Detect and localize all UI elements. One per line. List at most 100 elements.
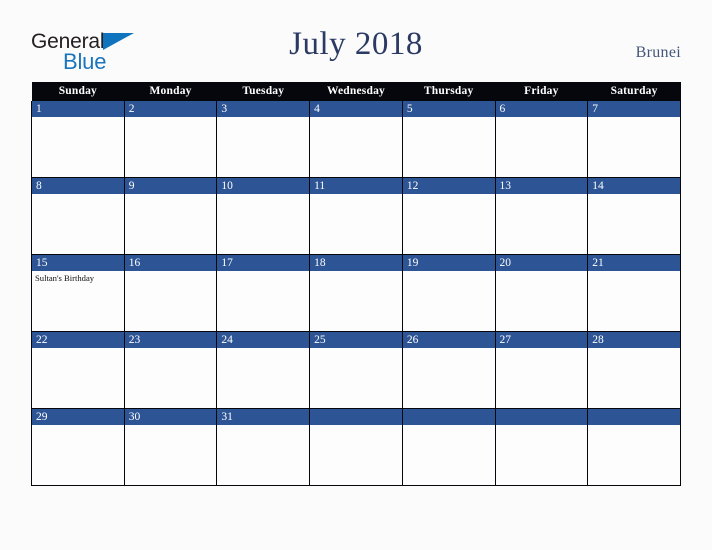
day-cell-content: 24 bbox=[217, 332, 310, 408]
day-cell[interactable]: 3 bbox=[216, 101, 311, 178]
day-cell[interactable]: 26 bbox=[401, 331, 496, 409]
day-cell[interactable]: 28 bbox=[587, 331, 681, 409]
day-cell[interactable]: 1 bbox=[31, 101, 125, 178]
day-cell[interactable]: 17 bbox=[216, 254, 311, 332]
day-cell-content: 1 bbox=[32, 101, 124, 177]
day-cell[interactable]: 2 bbox=[123, 101, 218, 178]
day-cell-content: 26 bbox=[402, 332, 495, 408]
day-cell-content: 25 bbox=[310, 332, 402, 408]
day-number: 30 bbox=[124, 409, 217, 425]
day-cell-content: 5 bbox=[402, 101, 495, 177]
day-cell[interactable]: 10 bbox=[216, 177, 311, 255]
holiday-label: Sultan's Birthday bbox=[35, 273, 95, 283]
day-cell-content: 21 bbox=[588, 255, 680, 331]
day-number: 16 bbox=[124, 255, 217, 271]
day-number bbox=[588, 409, 680, 425]
day-cell[interactable]: 29 bbox=[31, 408, 125, 486]
day-cell-content: 17 bbox=[217, 255, 310, 331]
day-number: 15 bbox=[32, 255, 124, 271]
day-number: 20 bbox=[495, 255, 588, 271]
day-number bbox=[310, 409, 402, 425]
day-cell[interactable]: 12 bbox=[401, 177, 496, 255]
day-cell-content: 22 bbox=[32, 332, 124, 408]
calendar-body: 1 2 3 4 5 6 7 8 9 10 11 12 13 14 15 Sultan's Birthday 16… bbox=[31, 101, 681, 486]
calendar-week-row: 1234567 bbox=[31, 101, 681, 178]
day-cell-content bbox=[495, 409, 588, 485]
day-cell-content: 12 bbox=[402, 178, 495, 254]
day-cell[interactable]: 19 bbox=[401, 254, 496, 332]
day-cell[interactable]: 5 bbox=[401, 101, 496, 178]
day-cell[interactable]: 24 bbox=[216, 331, 311, 409]
weekday-header-tuesday: Tuesday bbox=[216, 82, 310, 101]
day-cell[interactable]: 23 bbox=[123, 331, 218, 409]
day-cell[interactable]: 6 bbox=[494, 101, 589, 178]
day-number: 19 bbox=[402, 255, 495, 271]
day-number: 26 bbox=[402, 332, 495, 348]
day-cell-content: 29 bbox=[32, 409, 124, 485]
day-number: 12 bbox=[402, 178, 495, 194]
day-number: 28 bbox=[588, 332, 680, 348]
day-cell-empty[interactable] bbox=[587, 408, 681, 486]
weekday-header-sunday: Sunday bbox=[31, 82, 125, 101]
day-cell[interactable]: 15 Sultan's Birthday bbox=[31, 254, 125, 332]
day-cell[interactable]: 11 bbox=[309, 177, 403, 255]
day-number: 5 bbox=[402, 101, 495, 117]
day-cell-empty[interactable] bbox=[309, 408, 403, 486]
day-cell-content: 31 bbox=[217, 409, 310, 485]
weekday-header-monday: Monday bbox=[124, 82, 217, 101]
day-cell[interactable]: 20 bbox=[494, 254, 589, 332]
day-cell[interactable]: 16 bbox=[123, 254, 218, 332]
day-cell-content: 20 bbox=[495, 255, 588, 331]
weekday-header: Sunday Monday Tuesday Wednesday Thursday Frid… bbox=[31, 82, 681, 101]
event-list: Sultan's Birthday bbox=[32, 271, 124, 284]
day-number: 9 bbox=[124, 178, 217, 194]
day-cell[interactable]: 30 bbox=[123, 408, 218, 486]
day-number: 18 bbox=[310, 255, 402, 271]
day-cell-content: 27 bbox=[495, 332, 588, 408]
day-cell[interactable]: 21 bbox=[587, 254, 681, 332]
calendar-week-row: 22 23 24 25 26 27 28 bbox=[31, 331, 681, 409]
day-cell-content: 18 bbox=[310, 255, 402, 331]
calendar-week-row: 29 30 31 bbox=[31, 408, 681, 486]
day-cell-content: 14 bbox=[588, 178, 680, 254]
day-cell-content: 16 bbox=[124, 255, 217, 331]
day-number: 13 bbox=[495, 178, 588, 194]
day-number: 27 bbox=[495, 332, 588, 348]
page-header: General Blue July 2018 Brunei bbox=[0, 0, 712, 82]
day-number: 29 bbox=[32, 409, 124, 425]
weekday-header-saturday: Saturday bbox=[587, 82, 681, 101]
day-cell-content: 11 bbox=[310, 178, 402, 254]
day-cell-content: 23 bbox=[124, 332, 217, 408]
day-cell[interactable]: 9 bbox=[123, 177, 218, 255]
day-cell[interactable]: 14 bbox=[587, 177, 681, 255]
day-cell[interactable]: 4 bbox=[309, 101, 403, 178]
day-number: 4 bbox=[310, 101, 402, 117]
day-number: 22 bbox=[32, 332, 124, 348]
day-cell[interactable]: 22 bbox=[31, 331, 125, 409]
day-cell[interactable]: 18 bbox=[309, 254, 403, 332]
weekday-header-wednesday: Wednesday bbox=[309, 82, 403, 101]
day-cell-content: 6 bbox=[495, 101, 588, 177]
day-cell-content: 8 bbox=[32, 178, 124, 254]
day-cell[interactable]: 13 bbox=[494, 177, 589, 255]
calendar-header-row: Sunday Monday Tuesday Wednesday Thursday Frid… bbox=[31, 82, 681, 101]
day-cell-empty[interactable] bbox=[401, 408, 496, 486]
day-cell[interactable]: 8 bbox=[31, 177, 125, 255]
day-number: 31 bbox=[217, 409, 310, 425]
day-number: 17 bbox=[217, 255, 310, 271]
day-cell-content: 19 bbox=[402, 255, 495, 331]
day-number bbox=[495, 409, 588, 425]
day-number: 7 bbox=[588, 101, 680, 117]
day-cell[interactable]: 7 bbox=[587, 101, 681, 178]
day-cell[interactable]: 31 bbox=[216, 408, 311, 486]
day-cell-empty[interactable] bbox=[494, 408, 589, 486]
calendar-grid: Sunday Monday Tuesday Wednesday Thursday Frid… bbox=[31, 82, 681, 486]
day-number: 2 bbox=[124, 101, 217, 117]
day-cell[interactable]: 27 bbox=[494, 331, 589, 409]
calendar-week-row: 8 9 10 11 12 13 14 bbox=[31, 177, 681, 255]
day-cell[interactable]: 25 bbox=[309, 331, 403, 409]
day-cell-content: 9 bbox=[124, 178, 217, 254]
day-number: 1 bbox=[32, 101, 124, 117]
country-label: Brunei bbox=[635, 44, 681, 61]
day-cell-content: 13 bbox=[495, 178, 588, 254]
